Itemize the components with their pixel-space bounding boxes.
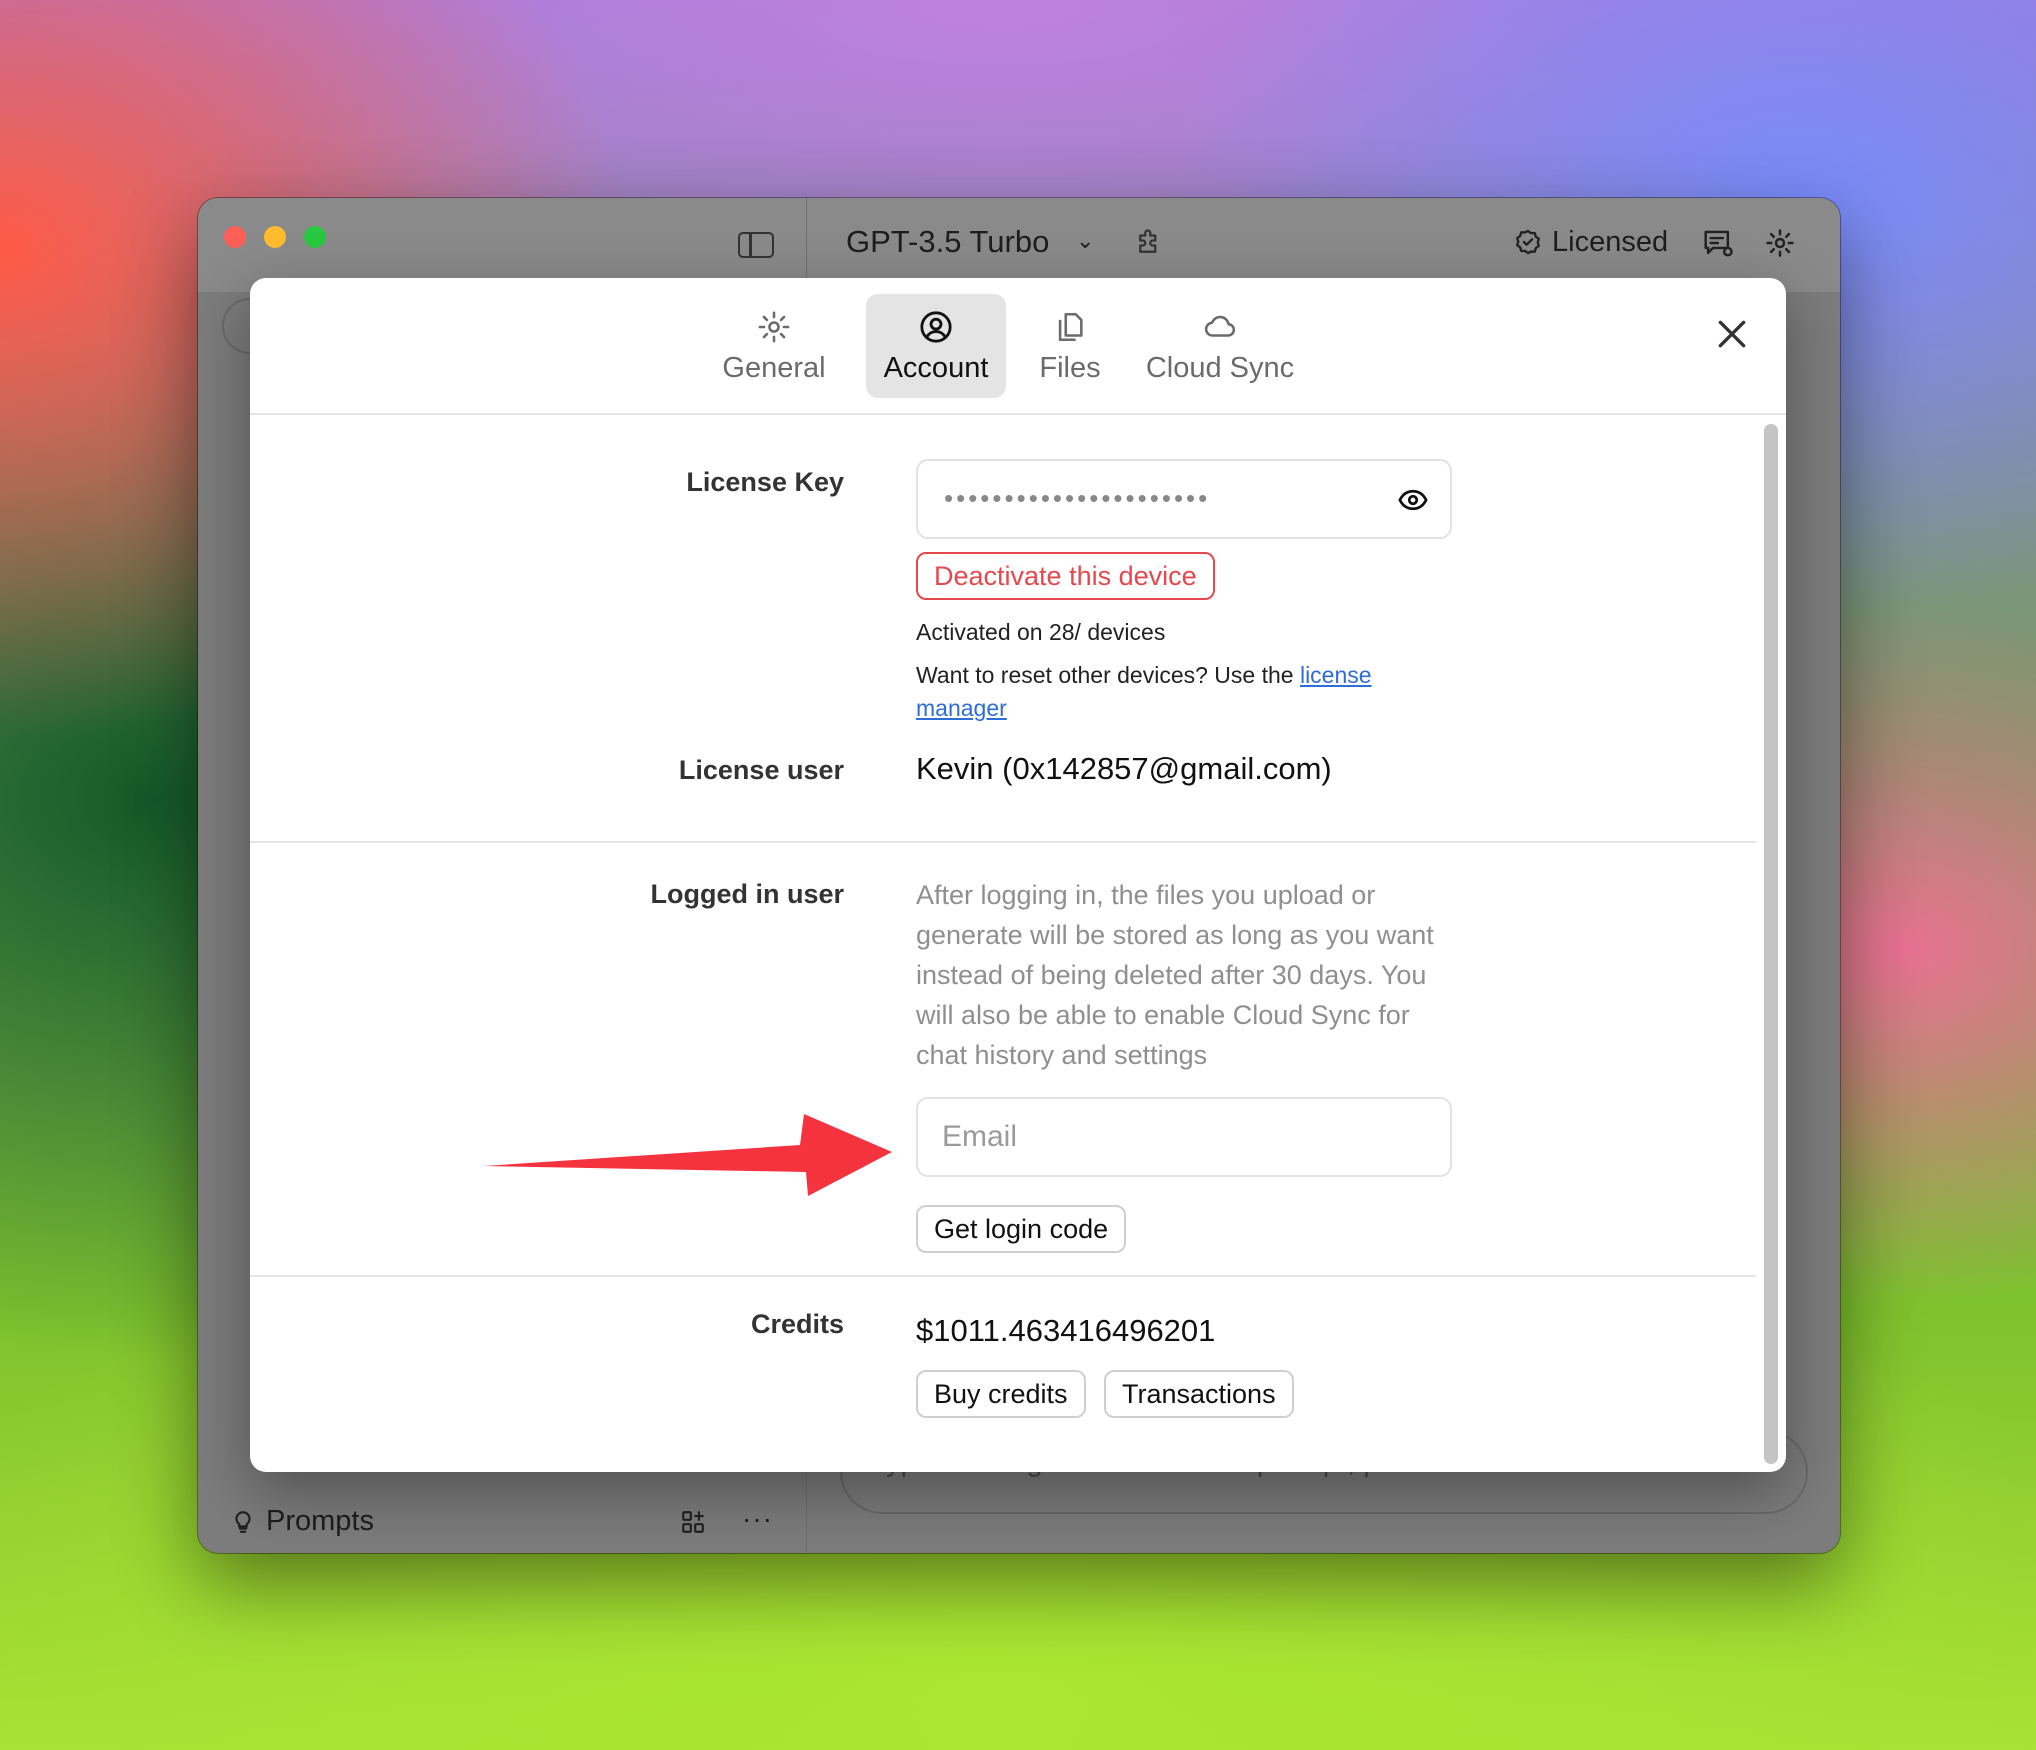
license-key-label: License Key — [686, 467, 844, 497]
get-login-code-button[interactable]: Get login code — [916, 1205, 1127, 1253]
more-icon[interactable]: ··· — [742, 1503, 773, 1535]
tab-files[interactable]: Files — [1022, 294, 1118, 398]
zoom-window-button[interactable] — [304, 226, 326, 248]
settings-tab-bar: General Account Files Cloud Sync — [250, 278, 1786, 415]
settings-modal: General Account Files Cloud Sync License… — [250, 278, 1786, 1472]
reset-devices-text: Want to reset other devices? Use the lic… — [916, 659, 1456, 725]
email-field[interactable] — [916, 1097, 1452, 1177]
transactions-button[interactable]: Transactions — [1104, 1370, 1294, 1418]
license-key-field[interactable]: •••••••••••••••••••••• — [916, 459, 1452, 539]
files-icon — [1058, 312, 1083, 342]
license-key-masked: •••••••••••••••••••••• — [944, 483, 1211, 513]
section-divider — [250, 1275, 1756, 1277]
model-selector[interactable]: GPT-3.5 Turbo — [846, 224, 1049, 260]
sidebar-toggle-icon[interactable] — [738, 232, 774, 258]
annotation-arrow-icon — [484, 1114, 892, 1196]
section-divider — [250, 841, 1756, 843]
credits-label: Credits — [750, 1309, 844, 1339]
tab-general-label: General — [722, 352, 826, 384]
minimize-window-button[interactable] — [264, 226, 286, 248]
tab-cloud-sync-label: Cloud Sync — [1145, 352, 1295, 384]
scrollbar-thumb[interactable] — [1764, 424, 1778, 1464]
tab-general[interactable]: General — [710, 294, 838, 398]
credits-value: $1011.463416496201 — [916, 1313, 1216, 1348]
buy-credits-button[interactable]: Buy credits — [916, 1370, 1086, 1418]
lightbulb-icon — [235, 1511, 251, 1533]
logged-in-user-label: Logged in user — [650, 879, 844, 909]
tab-account-label: Account — [883, 352, 989, 384]
license-user-value: Kevin (0x142857@gmail.com) — [916, 751, 1332, 786]
add-widget-icon[interactable] — [680, 1509, 706, 1535]
licensed-status[interactable]: Licensed — [1552, 226, 1668, 259]
cloud-icon — [1204, 315, 1236, 337]
tab-cloud-sync[interactable]: Cloud Sync — [1130, 294, 1310, 398]
eye-icon[interactable] — [1398, 487, 1428, 513]
tab-account[interactable]: Account — [866, 294, 1006, 398]
chat-settings-icon[interactable] — [1702, 228, 1734, 258]
close-icon[interactable] — [1712, 314, 1752, 354]
gear-icon[interactable] — [1765, 228, 1795, 258]
tab-files-label: Files — [1039, 352, 1101, 384]
login-description: After logging in, the files you upload o… — [916, 880, 1434, 1070]
account-settings-content: License Key •••••••••••••••••••••• Deact… — [250, 417, 1756, 1472]
reset-devices-prefix: Want to reset other devices? Use the — [916, 662, 1300, 688]
verified-badge-icon — [1515, 229, 1541, 255]
deactivate-device-button[interactable]: Deactivate this device — [916, 552, 1215, 600]
gear-icon — [758, 311, 790, 343]
chevron-down-icon[interactable]: ⌄ — [1076, 228, 1094, 254]
close-window-button[interactable] — [224, 226, 246, 248]
user-circle-icon — [920, 311, 952, 343]
plugin-icon[interactable] — [1134, 228, 1164, 258]
activated-devices-text: Activated on 28/ devices — [916, 619, 1166, 645]
license-user-label: License user — [678, 755, 844, 785]
prompts-label[interactable]: Prompts — [266, 1505, 374, 1538]
